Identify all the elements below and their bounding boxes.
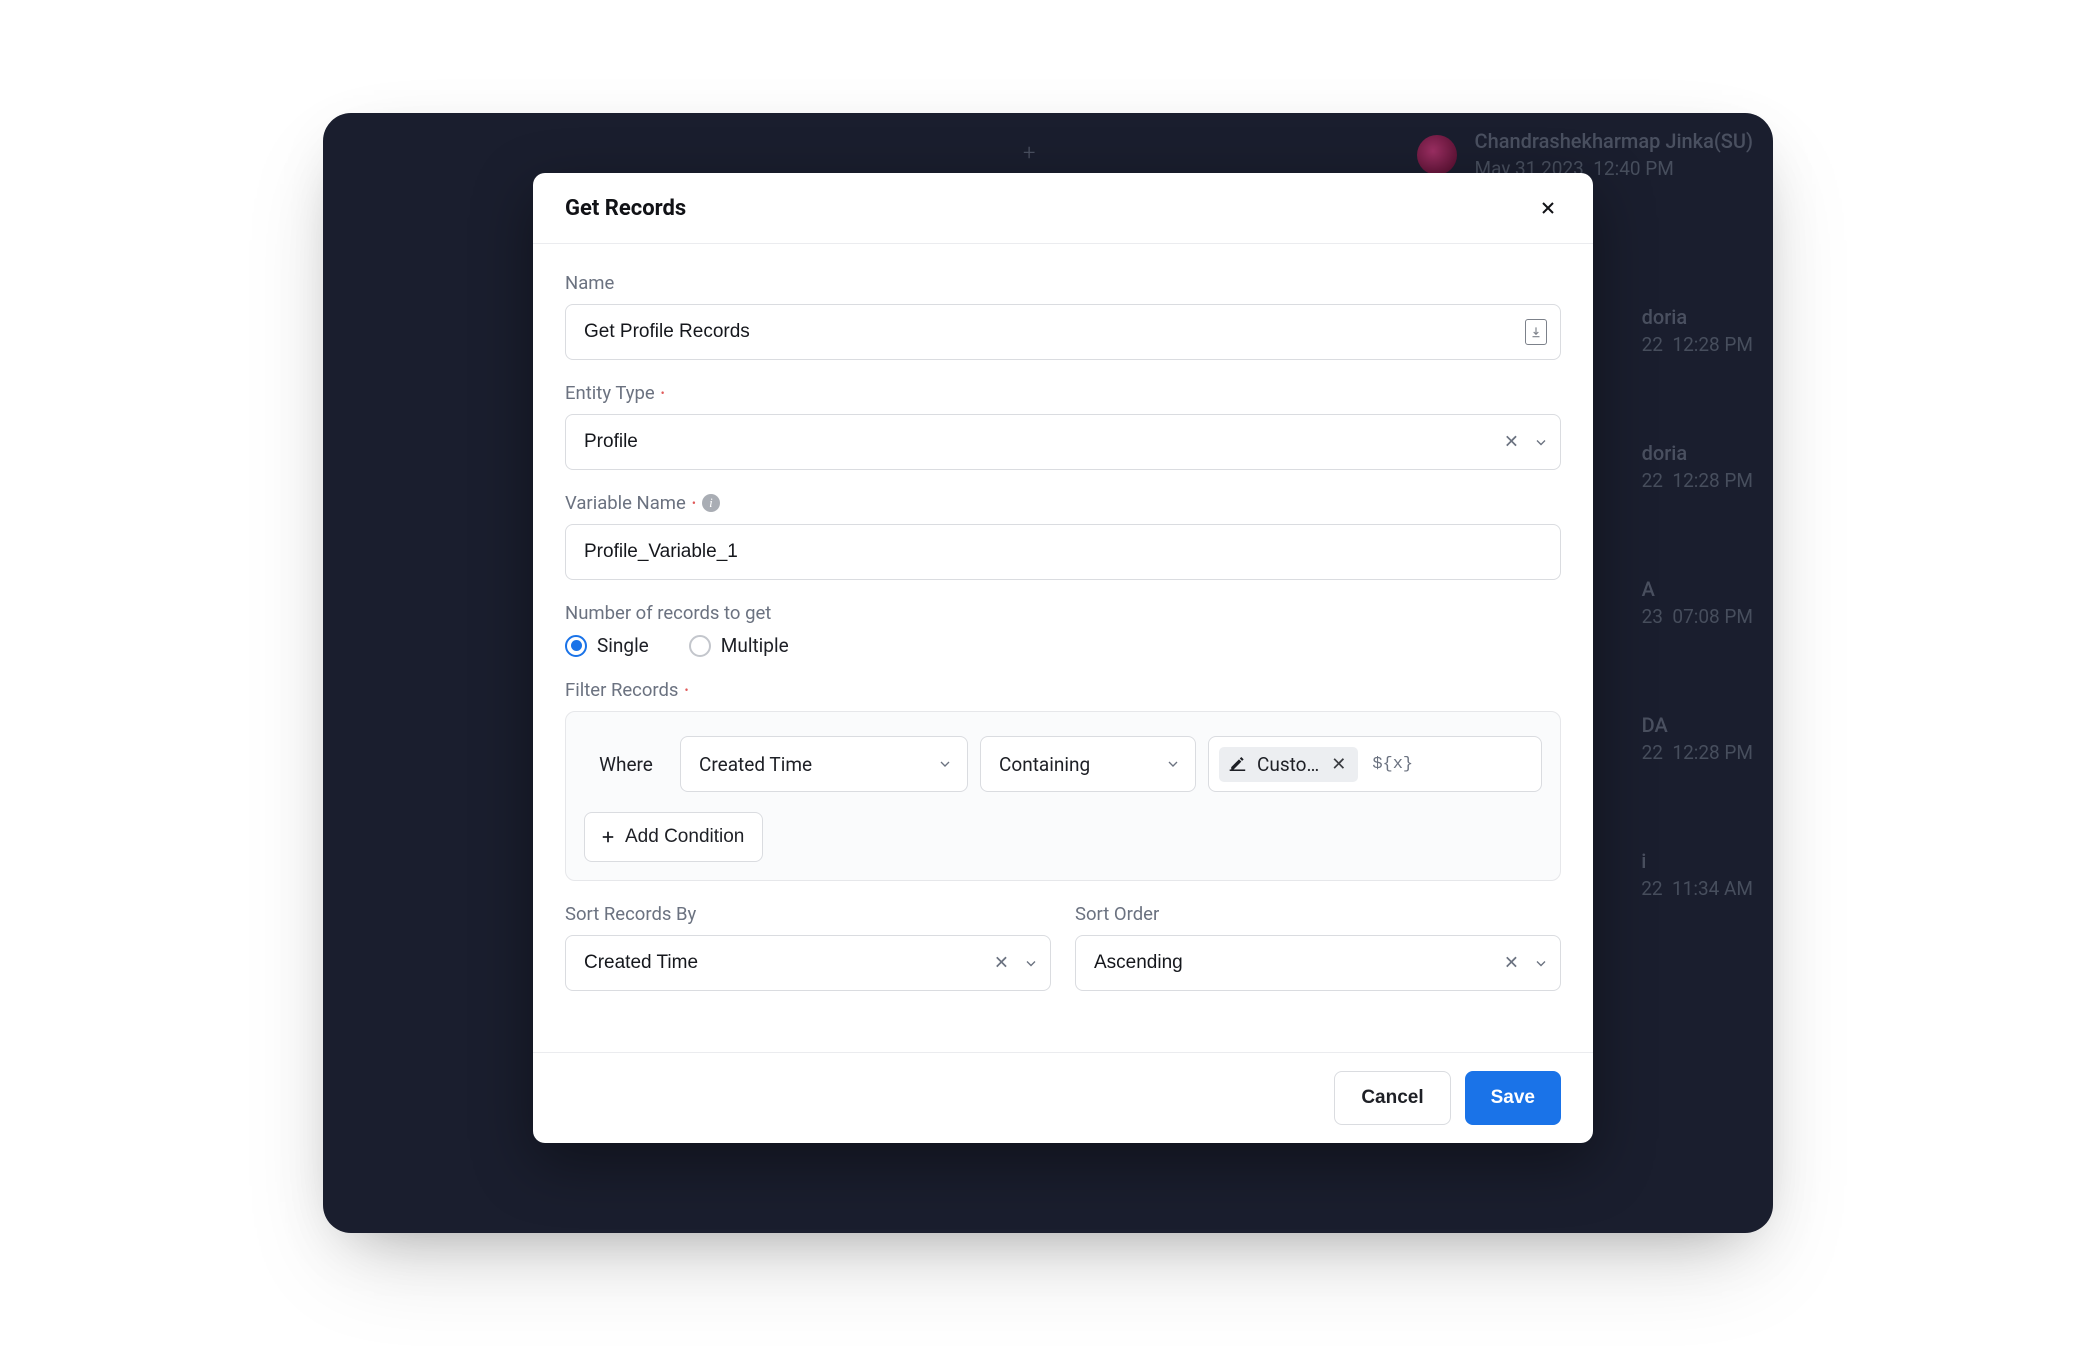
radio-multiple[interactable]: Multiple: [689, 634, 789, 657]
filter-operator-select[interactable]: Containing: [980, 736, 1196, 792]
clear-entity-type-icon[interactable]: ✕: [1504, 432, 1519, 453]
bg-item-name: i: [1641, 849, 1753, 873]
info-icon[interactable]: i: [702, 494, 720, 512]
variable-name-label: Variable Name • i: [565, 492, 1561, 514]
pencil-icon: [1229, 757, 1249, 771]
bg-item-date: 23 07:08 PM: [1642, 605, 1753, 628]
app-frame: + Chandrashekharmap Jinka(SU)May 31 2023…: [323, 113, 1773, 1233]
required-indicator: •: [661, 387, 665, 399]
modal-footer: Cancel Save: [533, 1052, 1593, 1143]
avatar: [1417, 135, 1457, 175]
get-records-modal: Get Records Name Entity Type: [533, 173, 1593, 1143]
sort-order-select[interactable]: [1075, 935, 1561, 991]
bg-item-name: Chandrashekharmap Jinka(SU): [1475, 129, 1753, 153]
remove-chip-icon[interactable]: ✕: [1327, 754, 1350, 775]
modal-title: Get Records: [565, 196, 686, 221]
sort-by-label: Sort Records By: [565, 903, 1051, 925]
bg-item-date: 22 12:28 PM: [1642, 469, 1753, 492]
clear-sort-order-icon[interactable]: ✕: [1504, 953, 1519, 974]
save-button[interactable]: Save: [1465, 1071, 1561, 1125]
sort-order-label: Sort Order: [1075, 903, 1561, 925]
radio-icon-unselected: [689, 635, 711, 657]
text-area-icon[interactable]: [1525, 319, 1547, 345]
background-list-item: doria 22 12:28 PM: [1642, 301, 1753, 360]
filter-value-input[interactable]: Custo… ✕ ${x}: [1208, 736, 1542, 792]
insert-variable-icon[interactable]: ${x}: [1368, 755, 1417, 774]
background-list-item: i 22 11:34 AM: [1641, 845, 1753, 904]
bg-item-name: DA: [1642, 713, 1753, 737]
radio-single[interactable]: Single: [565, 634, 649, 657]
required-indicator: •: [684, 684, 688, 696]
bg-item-name: doria: [1642, 305, 1753, 329]
name-input[interactable]: [565, 304, 1561, 360]
add-icon: +: [1023, 141, 1035, 166]
background-list-item: A 23 07:08 PM: [1642, 573, 1753, 632]
required-indicator: •: [692, 497, 696, 509]
close-button[interactable]: [1535, 195, 1561, 221]
close-icon: [1538, 198, 1558, 218]
add-condition-button[interactable]: Add Condition: [584, 812, 763, 862]
bg-item-date: 22 12:28 PM: [1642, 333, 1753, 356]
bg-item-name: doria: [1642, 441, 1753, 465]
bg-item-date: 22 11:34 AM: [1641, 877, 1753, 900]
chevron-down-icon[interactable]: [1023, 955, 1039, 971]
entity-type-label: Entity Type •: [565, 382, 1561, 404]
where-label: Where: [584, 753, 668, 776]
name-label: Name: [565, 272, 1561, 294]
bg-item-date: 22 12:28 PM: [1642, 741, 1753, 764]
entity-type-select[interactable]: [565, 414, 1561, 470]
sort-by-select[interactable]: [565, 935, 1051, 991]
background-list-item: DA 22 12:28 PM: [1642, 709, 1753, 768]
filter-box: Where Created Time Containing: [565, 711, 1561, 881]
chevron-down-icon: [937, 756, 953, 772]
bg-item-name: A: [1642, 577, 1753, 601]
filter-field-select[interactable]: Created Time: [680, 736, 968, 792]
filter-condition-row: Where Created Time Containing: [584, 736, 1542, 792]
plus-icon: [599, 828, 617, 846]
cancel-button[interactable]: Cancel: [1334, 1071, 1450, 1125]
modal-body: Name Entity Type • ✕: [533, 244, 1593, 1052]
radio-icon-selected: [565, 635, 587, 657]
background-list-item: doria 22 12:28 PM: [1642, 437, 1753, 496]
chevron-down-icon[interactable]: [1533, 955, 1549, 971]
filter-records-label: Filter Records •: [565, 679, 1561, 701]
modal-header: Get Records: [533, 173, 1593, 244]
variable-name-input[interactable]: [565, 524, 1561, 580]
clear-sort-by-icon[interactable]: ✕: [994, 953, 1009, 974]
number-of-records-label: Number of records to get: [565, 602, 1561, 624]
filter-value-chip: Custo… ✕: [1219, 747, 1358, 782]
chevron-down-icon[interactable]: [1533, 434, 1549, 450]
chevron-down-icon: [1165, 756, 1181, 772]
